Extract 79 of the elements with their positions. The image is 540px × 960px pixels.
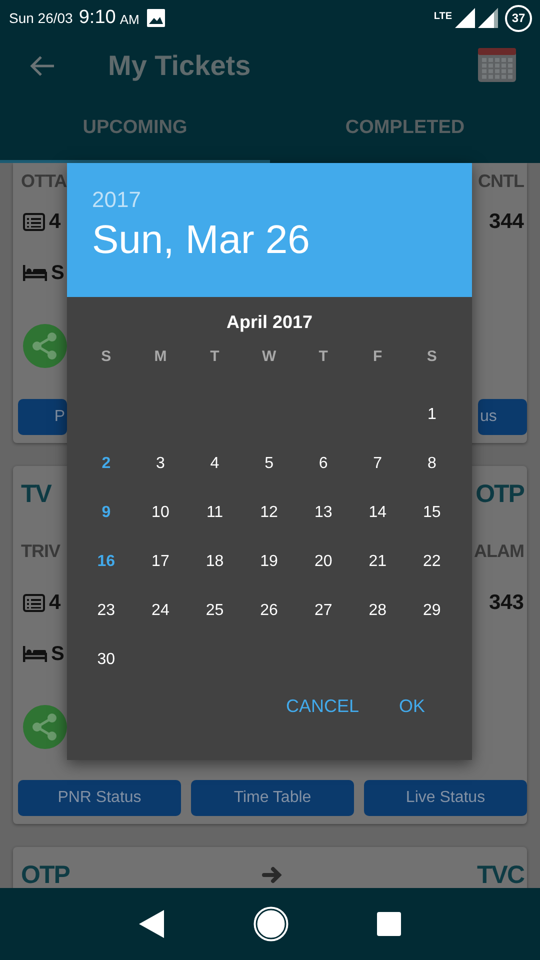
recents-icon bbox=[377, 912, 401, 936]
berth-info: S bbox=[51, 262, 64, 284]
status-time: 9:10 bbox=[78, 7, 116, 29]
calendar-day[interactable]: 29 bbox=[404, 586, 460, 635]
calendar-day[interactable]: 18 bbox=[188, 537, 242, 586]
station-code: OTP bbox=[476, 480, 524, 508]
station-name: CNTL bbox=[478, 170, 524, 192]
weekday-label: S bbox=[426, 346, 438, 366]
station-code: OTP bbox=[21, 860, 70, 888]
app-title: My Tickets bbox=[108, 50, 252, 82]
calendar-day[interactable]: 6 bbox=[296, 439, 350, 488]
ticket-action-button[interactable]: us bbox=[478, 399, 527, 435]
calendar-day[interactable]: 10 bbox=[133, 488, 188, 537]
network-label: LTE bbox=[434, 10, 452, 22]
calendar-day[interactable]: 20 bbox=[296, 537, 350, 586]
calendar-day[interactable]: 13 bbox=[296, 488, 350, 537]
station-code: TVC bbox=[477, 860, 524, 888]
ticket-action-button[interactable]: Time Table bbox=[191, 780, 354, 816]
bed-icon bbox=[23, 265, 47, 281]
weekday-label: T bbox=[209, 346, 220, 366]
share-icon bbox=[23, 705, 67, 749]
ticket-action-button[interactable]: PNR Status bbox=[18, 780, 181, 816]
back-icon bbox=[139, 910, 165, 938]
signal-icon bbox=[478, 8, 498, 28]
station-name: TRIV bbox=[21, 540, 60, 562]
calendar-day[interactable]: 23 bbox=[79, 586, 134, 635]
calendar-day[interactable]: 14 bbox=[350, 488, 405, 537]
ticket-number: 344 bbox=[488, 210, 524, 234]
weekday-label: M bbox=[153, 346, 168, 366]
ticket-list-icon bbox=[23, 594, 45, 612]
month-title: April 2017 bbox=[225, 312, 314, 334]
dialog-button[interactable]: CANCEL bbox=[274, 688, 371, 725]
station-name: OTTA bbox=[21, 170, 67, 192]
share-icon bbox=[23, 324, 67, 368]
berth-info: S bbox=[51, 642, 64, 666]
calendar-day[interactable]: 24 bbox=[133, 586, 188, 635]
calendar-day[interactable]: 1 bbox=[404, 390, 460, 439]
image-icon bbox=[147, 9, 166, 27]
signal-icon bbox=[455, 8, 475, 28]
ticket-number: 4 bbox=[49, 210, 61, 234]
bed-icon bbox=[23, 646, 47, 662]
calendar-day[interactable]: 25 bbox=[188, 586, 242, 635]
ticket-list-icon bbox=[23, 213, 45, 231]
ticket-action-button[interactable]: Live Status bbox=[364, 780, 527, 816]
weekday-label: F bbox=[372, 346, 384, 366]
calendar-day[interactable]: 4 bbox=[188, 439, 242, 488]
weekday-label: S bbox=[100, 346, 112, 366]
calendar-day[interactable]: 7 bbox=[350, 439, 405, 488]
calendar-day[interactable]: 3 bbox=[133, 439, 188, 488]
station-code: TV bbox=[21, 480, 51, 508]
calendar-day[interactable]: 12 bbox=[242, 488, 296, 537]
calendar-day[interactable]: 11 bbox=[188, 488, 242, 537]
back-arrow-icon bbox=[29, 54, 55, 76]
battery-indicator: 37 bbox=[505, 4, 532, 32]
weekday-label: T bbox=[318, 346, 329, 366]
calendar-day[interactable]: 28 bbox=[350, 586, 405, 635]
home-icon bbox=[253, 906, 289, 942]
status-meridiem: AM bbox=[120, 12, 140, 27]
calendar-day[interactable]: 2 bbox=[79, 439, 134, 488]
calendar-day[interactable]: 8 bbox=[404, 439, 460, 488]
calendar-day[interactable]: 9 bbox=[79, 488, 134, 537]
weekday-label: W bbox=[260, 346, 278, 366]
selected-date: Sun, Mar 26 bbox=[92, 218, 311, 263]
calendar-day[interactable]: 5 bbox=[242, 439, 296, 488]
calendar-day[interactable]: 21 bbox=[350, 537, 405, 586]
calendar-day[interactable]: 27 bbox=[296, 586, 350, 635]
ticket-number: 343 bbox=[488, 591, 524, 615]
calendar-day[interactable]: 26 bbox=[242, 586, 296, 635]
calendar-day[interactable]: 15 bbox=[404, 488, 460, 537]
station-name: ALAM bbox=[474, 540, 524, 562]
arrow-icon bbox=[262, 866, 284, 884]
dialog-button[interactable]: OK bbox=[386, 688, 437, 725]
calendar-day[interactable]: 16 bbox=[79, 537, 134, 586]
status-date: Sun 26/03 bbox=[9, 10, 73, 26]
calendar-day[interactable]: 17 bbox=[133, 537, 188, 586]
ticket-number: 4 bbox=[49, 591, 61, 615]
calendar-day[interactable]: 22 bbox=[404, 537, 460, 586]
calendar-day[interactable]: 19 bbox=[242, 537, 296, 586]
calendar-day[interactable]: 30 bbox=[79, 635, 134, 684]
